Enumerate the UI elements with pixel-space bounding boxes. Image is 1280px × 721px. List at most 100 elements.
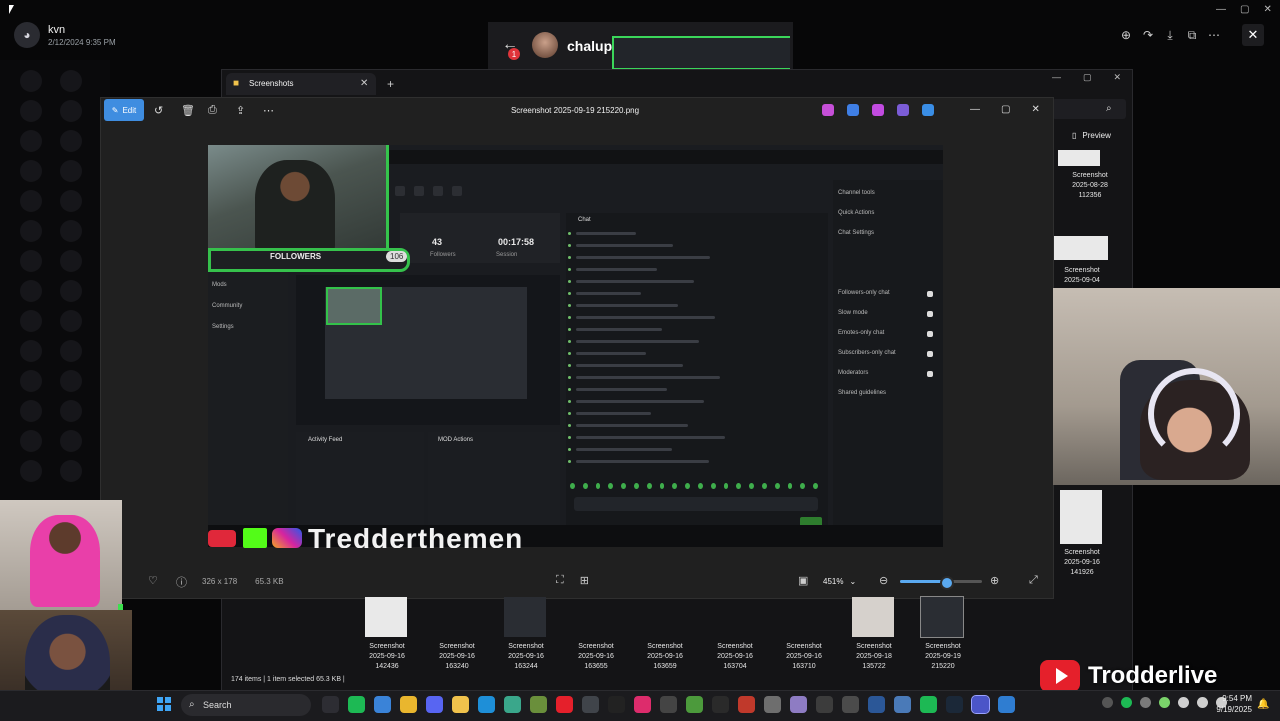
server-avatar[interactable] — [20, 250, 42, 272]
discord-icon[interactable] — [426, 696, 443, 713]
server-avatar[interactable] — [60, 190, 82, 212]
forward-icon[interactable]: ↷ — [1142, 28, 1154, 42]
server-avatar[interactable] — [20, 70, 42, 92]
app6-icon[interactable] — [738, 696, 755, 713]
explorer-window-controls[interactable]: — ▢ ✕ — [1052, 72, 1121, 83]
notification-bell-icon[interactable]: 🔔 — [1257, 699, 1269, 710]
delete-icon[interactable]: 🗑 — [181, 104, 195, 117]
photos-window-controls[interactable]: — ▢ ✕ — [970, 104, 1040, 115]
close-icon[interactable]: ✕ — [360, 78, 368, 89]
server-avatar[interactable] — [60, 130, 82, 152]
maximize-icon[interactable]: ▢ — [1001, 104, 1010, 115]
server-avatar[interactable] — [60, 70, 82, 92]
server-avatar[interactable] — [60, 430, 82, 452]
wifi-icon[interactable] — [1178, 697, 1189, 708]
spotify-tray-icon[interactable] — [1121, 697, 1132, 708]
file-label[interactable]: Screenshot 2025-09-18 135722 — [841, 642, 907, 672]
active-app-icon[interactable] — [971, 695, 990, 714]
filmstrip-icon[interactable]: ⊞ — [580, 574, 589, 587]
epic-icon[interactable] — [608, 696, 625, 713]
server-avatar[interactable] — [20, 400, 42, 422]
fit-to-window-icon[interactable]: ▣ — [798, 574, 808, 587]
start-button[interactable] — [157, 697, 171, 711]
app13-icon[interactable] — [998, 696, 1015, 713]
zoom-in-icon[interactable]: ⊕ — [990, 574, 999, 587]
server-avatar[interactable] — [60, 160, 82, 182]
explorer-icon[interactable] — [452, 696, 469, 713]
dm-image-thumbnail[interactable] — [612, 36, 790, 70]
server-avatar[interactable] — [20, 340, 42, 362]
clock-time[interactable]: 9:54 PM — [1218, 694, 1252, 703]
file-label[interactable]: Screenshot 2025-09-19 215220 — [910, 642, 976, 672]
zoom-out-icon[interactable]: ⊖ — [879, 574, 888, 587]
file-thumbnail[interactable] — [435, 597, 477, 637]
app7-icon[interactable] — [764, 696, 781, 713]
file-label[interactable]: Screenshot 2025-09-16 163704 — [702, 642, 768, 672]
file-label[interactable]: Screenshot 2025-09-16 163655 — [563, 642, 629, 672]
server-avatar[interactable] — [60, 310, 82, 332]
file-thumbnail[interactable] — [920, 596, 964, 638]
taskbar-apps[interactable] — [322, 695, 1015, 714]
maximize-icon[interactable]: ▢ — [1240, 4, 1249, 15]
close-icon[interactable]: ✕ — [1114, 72, 1122, 83]
minimize-icon[interactable]: — — [1216, 4, 1226, 15]
file-label[interactable]: Screenshot 2025-08-28 112356 — [1060, 171, 1120, 201]
file-label[interactable]: Screenshot 2025-09-04 — [1052, 266, 1112, 286]
file-label[interactable]: Screenshot 2025-09-16 141926 — [1052, 548, 1112, 578]
more-icon[interactable]: ⋯ — [1208, 28, 1220, 42]
chevron-up-icon[interactable] — [1102, 697, 1113, 708]
app2-icon[interactable] — [530, 696, 547, 713]
teams-icon[interactable] — [897, 104, 909, 116]
app3-icon[interactable] — [582, 696, 599, 713]
photos-icon[interactable] — [374, 696, 391, 713]
zoom-select[interactable]: 451% ⌄ — [818, 572, 873, 590]
print-icon[interactable]: ⎙ — [208, 104, 217, 117]
file-label[interactable]: Screenshot 2025-09-16 142436 — [354, 642, 420, 672]
server-avatar[interactable] — [60, 340, 82, 362]
search-icon[interactable]: ⌕ — [1106, 103, 1112, 114]
designer-icon[interactable] — [847, 104, 859, 116]
download-icon[interactable]: ⤓ — [1164, 28, 1176, 43]
onedrive-icon[interactable] — [922, 104, 934, 116]
spotify-icon[interactable] — [348, 696, 365, 713]
obs-icon[interactable] — [322, 696, 339, 713]
app12-icon[interactable] — [894, 696, 911, 713]
file-label[interactable]: Screenshot 2025-09-16 163240 — [424, 642, 490, 672]
edit-button[interactable]: ✎ Edit — [104, 99, 144, 121]
fullscreen-icon[interactable]: ⤢ — [1029, 574, 1038, 587]
mic-icon[interactable] — [1159, 697, 1170, 708]
edge-icon[interactable] — [478, 696, 495, 713]
avatar[interactable] — [532, 32, 558, 58]
explorer-search-input[interactable] — [1052, 99, 1126, 119]
file-label[interactable]: Screenshot 2025-09-16 163244 — [493, 642, 559, 672]
file-thumbnail[interactable] — [574, 597, 616, 637]
server-avatar[interactable] — [20, 280, 42, 302]
minimize-icon[interactable]: — — [970, 104, 980, 115]
taskbar-search[interactable] — [181, 694, 311, 716]
file-thumbnail[interactable] — [365, 597, 407, 637]
server-avatar[interactable] — [20, 160, 42, 182]
server-avatar[interactable] — [60, 400, 82, 422]
file-thumbnail[interactable] — [852, 597, 894, 637]
file-thumbnail[interactable] — [1060, 490, 1102, 544]
app10-icon[interactable] — [842, 696, 859, 713]
preview-button[interactable]: ▯ Preview — [1072, 131, 1111, 140]
app9-icon[interactable] — [816, 696, 833, 713]
minimize-icon[interactable]: — — [1052, 72, 1061, 83]
discord-window-controls[interactable]: — ▢ ✕ — [1216, 4, 1272, 15]
clock-date[interactable]: 9/19/2025 — [1206, 705, 1252, 714]
chrome-icon[interactable] — [400, 696, 417, 713]
server-avatar[interactable] — [20, 310, 42, 332]
server-avatar[interactable] — [20, 220, 42, 242]
app5-icon[interactable] — [660, 696, 677, 713]
server-avatar[interactable] — [20, 130, 42, 152]
server-avatar[interactable] — [60, 370, 82, 392]
image-viewer-close-icon[interactable]: ✕ — [1242, 24, 1264, 46]
server-avatar[interactable] — [60, 250, 82, 272]
photos-app-icons[interactable] — [822, 104, 934, 116]
crop-icon[interactable]: ⛶ — [556, 574, 564, 587]
open-external-icon[interactable]: ⧉ — [1186, 28, 1198, 43]
more-icon[interactable]: ⋯ — [263, 104, 274, 117]
server-avatar[interactable] — [20, 190, 42, 212]
info-icon[interactable]: ⓘ — [176, 574, 187, 590]
